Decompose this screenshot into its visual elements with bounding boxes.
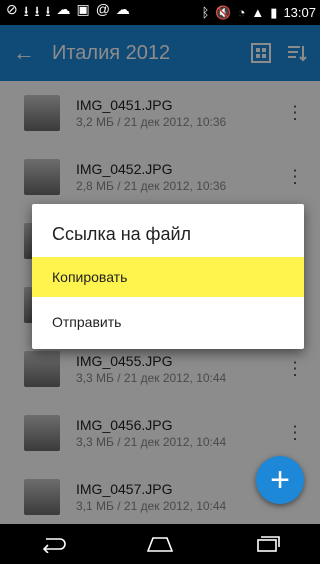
image-icon: ▣ <box>76 0 90 17</box>
bluetooth-icon: ᛒ <box>201 5 210 20</box>
system-icons: ᛒ 🔇 ◔ ▲ ▮ 13:07 <box>202 5 320 21</box>
download-icon: ⭳ <box>34 2 40 19</box>
signal-icon: ▲ <box>251 5 265 20</box>
download-icon: ⭳ <box>45 2 51 19</box>
back-icon <box>43 538 67 553</box>
status-bar: ⊘ ⭳ ⭳ ⭳ ☁ ▣ @ ☁ ᛒ 🔇 ◔ ▲ ▮ 13:07 <box>0 0 320 25</box>
send-option[interactable]: Отправить <box>32 302 304 342</box>
at-icon: @ <box>95 0 110 17</box>
nav-back-button[interactable] <box>37 532 69 556</box>
system-nav-bar <box>0 524 320 564</box>
nav-home-button[interactable] <box>144 532 176 556</box>
wifi-icon: ◔ <box>237 5 246 20</box>
battery-icon: ▮ <box>270 4 278 20</box>
cloud-icon: ☁ <box>56 0 71 17</box>
mute-icon: 🔇 <box>215 4 232 20</box>
download-icon: ⭳ <box>23 2 29 19</box>
plus-icon: + <box>270 460 290 499</box>
nav-recents-button[interactable] <box>251 532 283 556</box>
home-icon <box>146 537 174 552</box>
cloud-icon: ☁ <box>115 0 130 17</box>
status-time: 13:07 <box>283 5 316 20</box>
notification-icon: ⊘ <box>6 0 18 17</box>
file-link-dialog: Ссылка на файл Копировать Отправить <box>32 204 304 349</box>
recents-icon <box>256 536 280 552</box>
add-button[interactable]: + <box>256 456 304 504</box>
copy-option[interactable]: Копировать <box>32 257 304 297</box>
dialog-title: Ссылка на файл <box>52 224 192 244</box>
notification-icons: ⊘ ⭳ ⭳ ⭳ ☁ ▣ @ ☁ <box>6 1 130 25</box>
